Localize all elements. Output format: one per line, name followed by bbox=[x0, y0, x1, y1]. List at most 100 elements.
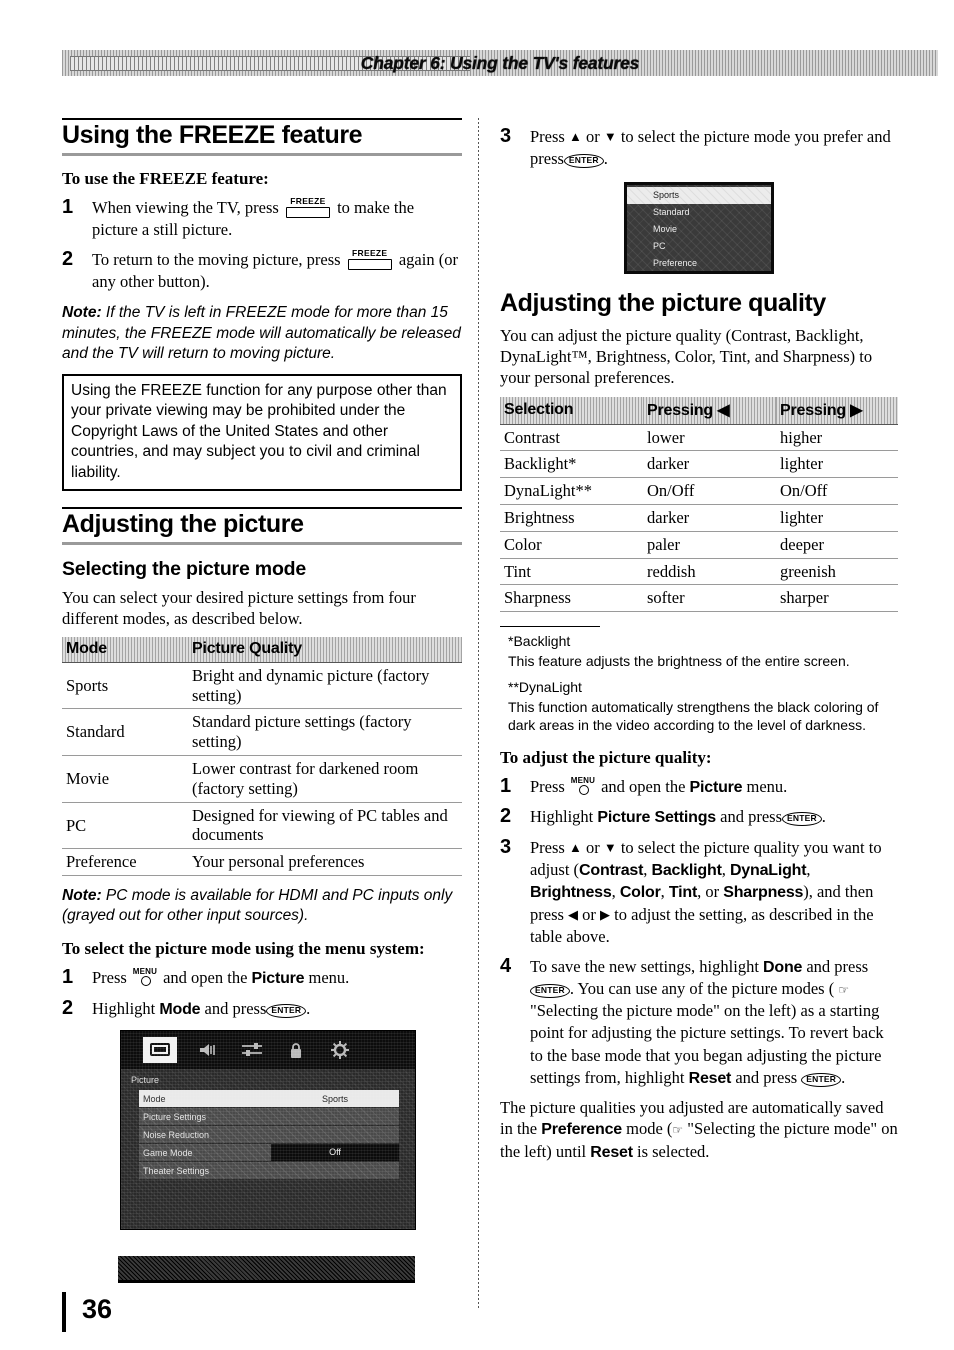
footnote-title-backlight: *Backlight bbox=[508, 633, 571, 650]
step-bold-picture: Picture bbox=[251, 970, 305, 988]
step-text-before: Highlight bbox=[530, 807, 594, 827]
enter-key-icon: ENTER bbox=[563, 154, 604, 169]
osd-picture-menu-screenshot: Picture Mode Sports Picture Settings Noi… bbox=[120, 1030, 416, 1231]
step-text-or2: or bbox=[582, 904, 596, 924]
osd-row-picture-settings[interactable]: Picture Settings bbox=[139, 1108, 399, 1126]
freeze-key-label: FREEZE bbox=[352, 248, 388, 259]
cell-pressing-left: darker bbox=[643, 450, 776, 479]
step-text-after: . bbox=[306, 998, 311, 1018]
copyright-warning-box: Using the FREEZE function for any purpos… bbox=[62, 373, 462, 492]
step-number: 4 bbox=[500, 954, 512, 977]
osd-mode-item-pc[interactable]: PC bbox=[627, 238, 771, 255]
enter-key-icon: ENTER bbox=[530, 984, 570, 999]
note-text: If the TV is left in FREEZE mode for mor… bbox=[62, 304, 461, 362]
step-freeze-2: 2 To return to the moving picture, press… bbox=[62, 248, 462, 293]
footnote-text-dynalight: This function automatically strengthens … bbox=[508, 698, 879, 733]
sound-icon bbox=[195, 1040, 221, 1060]
cell-mode: PC bbox=[62, 802, 188, 850]
bold-reset: Reset bbox=[590, 1143, 633, 1161]
step-adjust-2: 2 Highlight Picture Settings and press EN… bbox=[500, 805, 898, 828]
cell-quality: Lower contrast for darkened room (factor… bbox=[188, 755, 462, 803]
enter-key-icon: ENTER bbox=[801, 1072, 842, 1087]
step-bold-mode: Mode bbox=[159, 1000, 201, 1018]
table-row: Sharpness softer sharper bbox=[500, 584, 898, 613]
cell-pressing-left: lower bbox=[643, 424, 776, 452]
table-row: PC Designed for viewing of PC tables and… bbox=[62, 802, 462, 850]
step-text-or: or bbox=[585, 127, 600, 146]
enter-key-icon: ENTER bbox=[781, 812, 822, 827]
procedure-heading-use-freeze: To use the FREEZE feature: bbox=[62, 169, 269, 188]
cell-selection: Color bbox=[500, 531, 643, 559]
osd-menu-body: Picture Mode Sports Picture Settings Noi… bbox=[121, 1069, 415, 1230]
step-text-before: To return to the moving picture, press bbox=[92, 250, 341, 270]
step-freeze-1: 1 When viewing the TV, press FREEZE to m… bbox=[62, 196, 462, 241]
table-row: Contrast lower higher bbox=[500, 424, 898, 452]
cell-selection: Backlight* bbox=[500, 450, 643, 479]
table-row: Tint reddish greenish bbox=[500, 558, 898, 586]
table-row: Sports Bright and dynamic picture (facto… bbox=[62, 662, 462, 710]
bold-color: Color bbox=[619, 884, 661, 902]
osd-row-mode[interactable]: Mode Sports bbox=[139, 1090, 399, 1108]
cell-mode: Standard bbox=[62, 708, 188, 757]
cell-pressing-left: darker bbox=[643, 504, 776, 532]
step-text-after: menu. bbox=[308, 968, 350, 988]
freeze-key-icon: FREEZE bbox=[347, 248, 393, 271]
freeze-key-box bbox=[347, 259, 392, 271]
cell-quality: Designed for viewing of PC tables and do… bbox=[188, 802, 462, 850]
bold-tint: Tint bbox=[668, 884, 698, 902]
step-text-before: Press bbox=[530, 127, 565, 146]
freeze-key-icon: FREEZE bbox=[285, 197, 331, 219]
menu-key-circle bbox=[140, 976, 151, 987]
cell-mode: Sports bbox=[62, 662, 188, 710]
cell-pressing-left: reddish bbox=[643, 558, 776, 586]
table-row: DynaLight** On/Off On/Off bbox=[500, 477, 898, 505]
osd-mode-item-movie[interactable]: Movie bbox=[627, 221, 771, 238]
arrow-up-icon: ▲ bbox=[568, 839, 582, 855]
note-label: Note: bbox=[62, 304, 102, 322]
step-text-seg5: and press bbox=[735, 1067, 798, 1087]
bold-sharpness: Sharpness bbox=[723, 884, 804, 902]
step-bold-picture: Picture bbox=[689, 778, 743, 796]
column-header-selection: Selection bbox=[500, 396, 643, 425]
step-text-seg1: To save the new settings, highlight bbox=[530, 956, 759, 976]
step-text-seg3: . You can use any of the picture modes ( bbox=[569, 979, 835, 999]
step-select-mode-3: 3 Press ▲ or ▼ to select the picture mod… bbox=[500, 125, 898, 170]
chapter-header-bar: Chapter 6: Using the TV's features bbox=[62, 50, 938, 76]
footnote-title-dynalight: **DynaLight bbox=[508, 678, 582, 695]
step-text-mid: and press bbox=[720, 807, 782, 827]
step-text-after: . bbox=[821, 807, 826, 827]
column-header-pressing-right: Pressing ▶ bbox=[776, 396, 898, 425]
osd-menu-title: Picture bbox=[131, 1075, 160, 1086]
table-row: Movie Lower contrast for darkened room (… bbox=[62, 755, 462, 803]
step-text-or: or bbox=[585, 837, 600, 857]
bold-backlight: Backlight bbox=[651, 861, 722, 879]
note-text: PC mode is available for HDMI and PC inp… bbox=[62, 887, 453, 925]
picture-mode-table: Mode Picture Quality Sports Bright and d… bbox=[62, 636, 462, 876]
table-header-row: Mode Picture Quality bbox=[62, 636, 462, 663]
step-adjust-4: 4 To save the new settings, highlight Do… bbox=[500, 954, 898, 1089]
right-column: 3 Press ▲ or ▼ to select the picture mod… bbox=[500, 118, 898, 1171]
step-select-mode-2: 2 Highlight Mode and press ENTER. bbox=[62, 997, 462, 1020]
section-heading-picture-quality: Adjusting the picture quality bbox=[500, 289, 826, 318]
bold-reset: Reset bbox=[688, 1069, 732, 1087]
cell-pressing-right: higher bbox=[776, 424, 898, 452]
bold-brightness: Brightness bbox=[530, 884, 612, 902]
osd-row-noise-reduction[interactable]: Noise Reduction bbox=[139, 1126, 399, 1144]
section-heading-freeze: Using the FREEZE feature bbox=[62, 118, 462, 156]
step-text-seg6: . bbox=[841, 1067, 846, 1087]
osd-mode-item-standard[interactable]: Standard bbox=[627, 204, 771, 221]
osd-mode-item-preference[interactable]: Preference bbox=[627, 255, 771, 272]
cell-quality: Your personal preferences bbox=[188, 848, 462, 876]
cell-pressing-right: deeper bbox=[776, 531, 898, 559]
cell-pressing-right: On/Off bbox=[776, 477, 898, 505]
osd-row-game-mode[interactable]: Game Mode Off bbox=[139, 1144, 399, 1162]
osd-mode-item-sports[interactable]: Sports bbox=[627, 187, 771, 205]
cell-selection: Sharpness bbox=[500, 584, 643, 613]
picture-icon bbox=[143, 1037, 177, 1064]
arrow-left-icon: ◀ bbox=[568, 906, 579, 922]
cell-quality: Standard picture settings (factory setti… bbox=[188, 708, 462, 757]
step-number: 1 bbox=[62, 966, 74, 989]
osd-row-theater-settings[interactable]: Theater Settings bbox=[139, 1162, 399, 1180]
cell-mode: Preference bbox=[62, 848, 188, 876]
copyright-warning-text: Using the FREEZE function for any purpos… bbox=[71, 381, 447, 481]
